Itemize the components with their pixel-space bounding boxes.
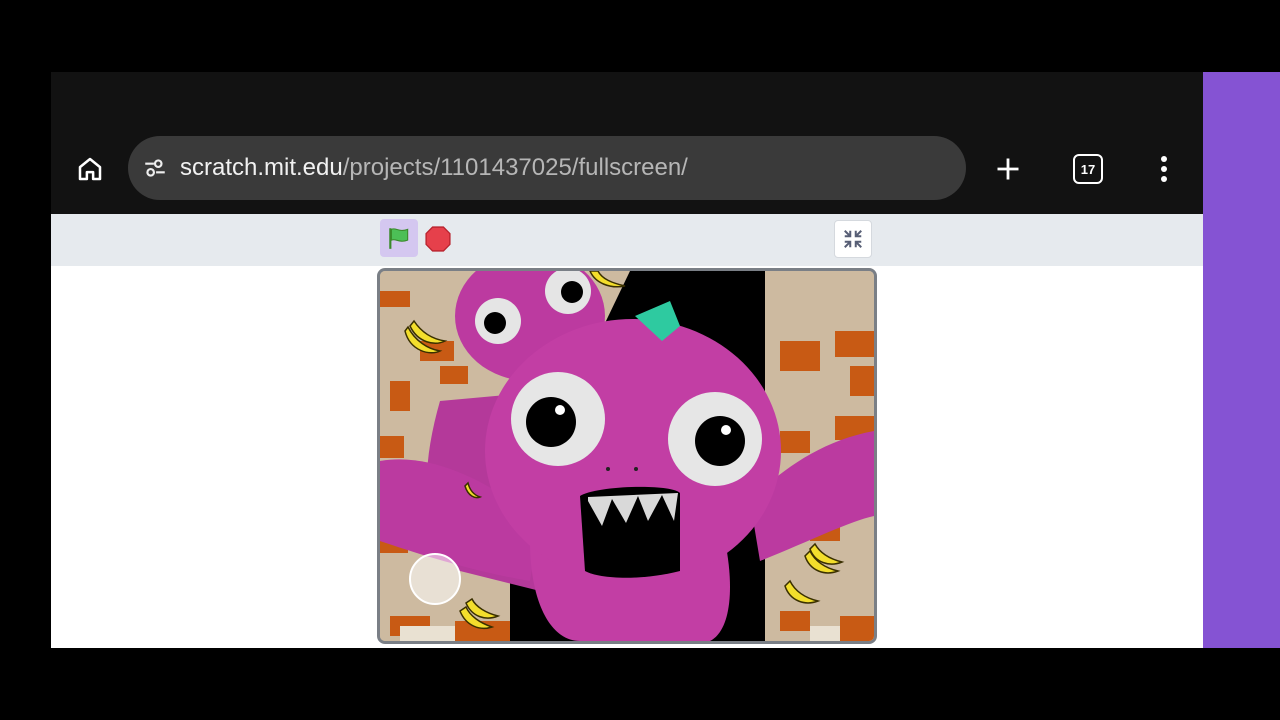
stop-button[interactable] <box>425 226 451 252</box>
more-vert-icon <box>1161 156 1167 182</box>
home-icon <box>78 157 102 181</box>
address-bar[interactable]: scratch.mit.edu/projects/1101437025/full… <box>128 136 966 200</box>
more-menu-button[interactable] <box>1149 152 1179 186</box>
exit-fullscreen-button[interactable] <box>834 220 872 258</box>
tune-icon <box>145 159 165 177</box>
site-settings-button[interactable] <box>140 153 170 183</box>
plus-icon <box>997 158 1019 180</box>
stop-sign-icon <box>425 226 451 252</box>
tab-count: 17 <box>1080 161 1096 177</box>
url-path: /projects/1101437025/fullscreen/ <box>342 154 688 181</box>
url-host: scratch.mit.edu <box>180 154 343 181</box>
project-stage[interactable] <box>377 268 877 644</box>
url-text[interactable]: scratch.mit.edu/projects/1101437025/full… <box>180 154 688 182</box>
green-flag-button[interactable] <box>380 219 418 257</box>
browser-window: scratch.mit.edu/projects/1101437025/full… <box>51 72 1203 648</box>
browser-toolbar: scratch.mit.edu/projects/1101437025/full… <box>51 72 1203 214</box>
side-color-strip <box>1203 72 1280 648</box>
exit-fullscreen-icon <box>844 230 862 248</box>
green-flag-icon <box>389 228 409 249</box>
scratch-controls-bar <box>51 214 1203 266</box>
new-tab-button[interactable] <box>991 152 1025 186</box>
monster-artwork <box>380 271 874 641</box>
home-button[interactable] <box>71 150 109 188</box>
tab-switcher-button[interactable]: 17 <box>1073 154 1103 184</box>
